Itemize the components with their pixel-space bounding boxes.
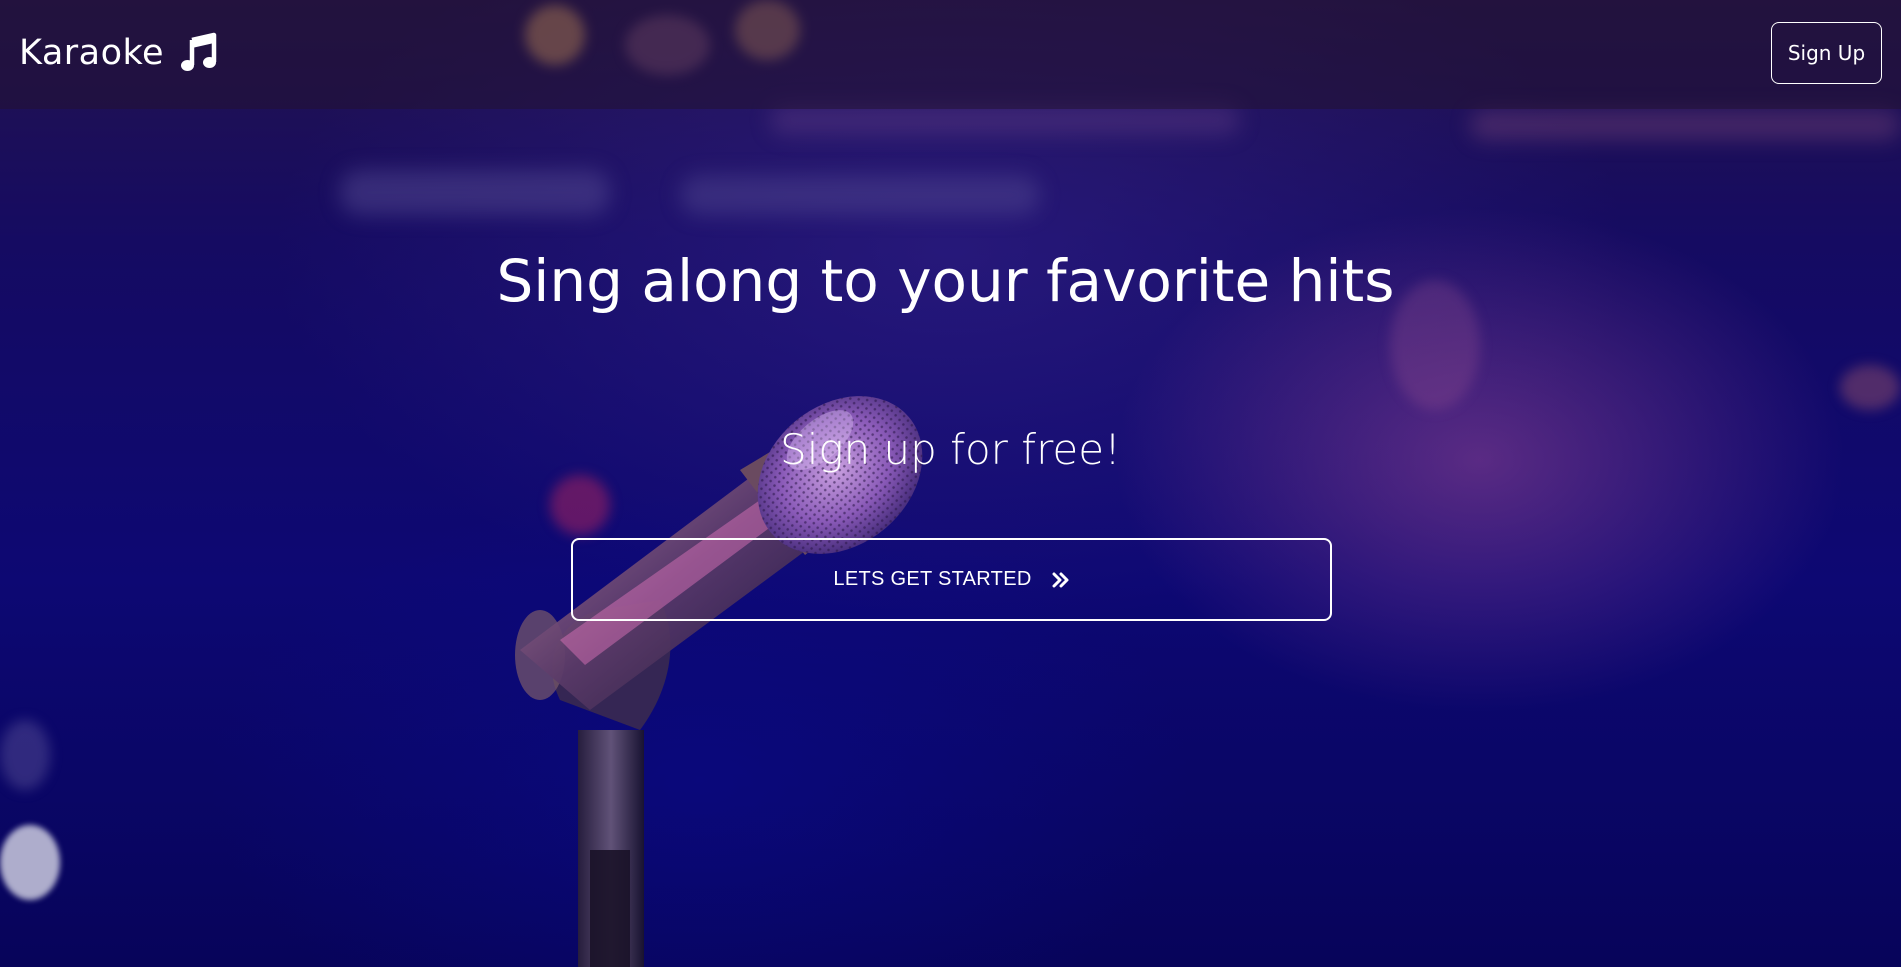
double-chevron-right-icon — [1052, 571, 1070, 589]
get-started-label: LETS GET STARTED — [833, 568, 1032, 590]
hero-subtitle: Sign up for free! — [780, 425, 1121, 474]
brand-link[interactable]: Karaoke — [19, 28, 220, 78]
hero-title: Sing along to your favorite hits — [496, 247, 1395, 315]
hero-background — [0, 0, 1901, 967]
brand-label: Karaoke — [19, 33, 165, 73]
signup-button[interactable]: Sign Up — [1771, 22, 1882, 84]
music-note-icon — [178, 32, 220, 74]
top-navbar: Karaoke Sign Up — [0, 0, 1901, 109]
microphone-image — [515, 396, 923, 967]
get-started-button[interactable]: LETS GET STARTED — [571, 538, 1332, 621]
